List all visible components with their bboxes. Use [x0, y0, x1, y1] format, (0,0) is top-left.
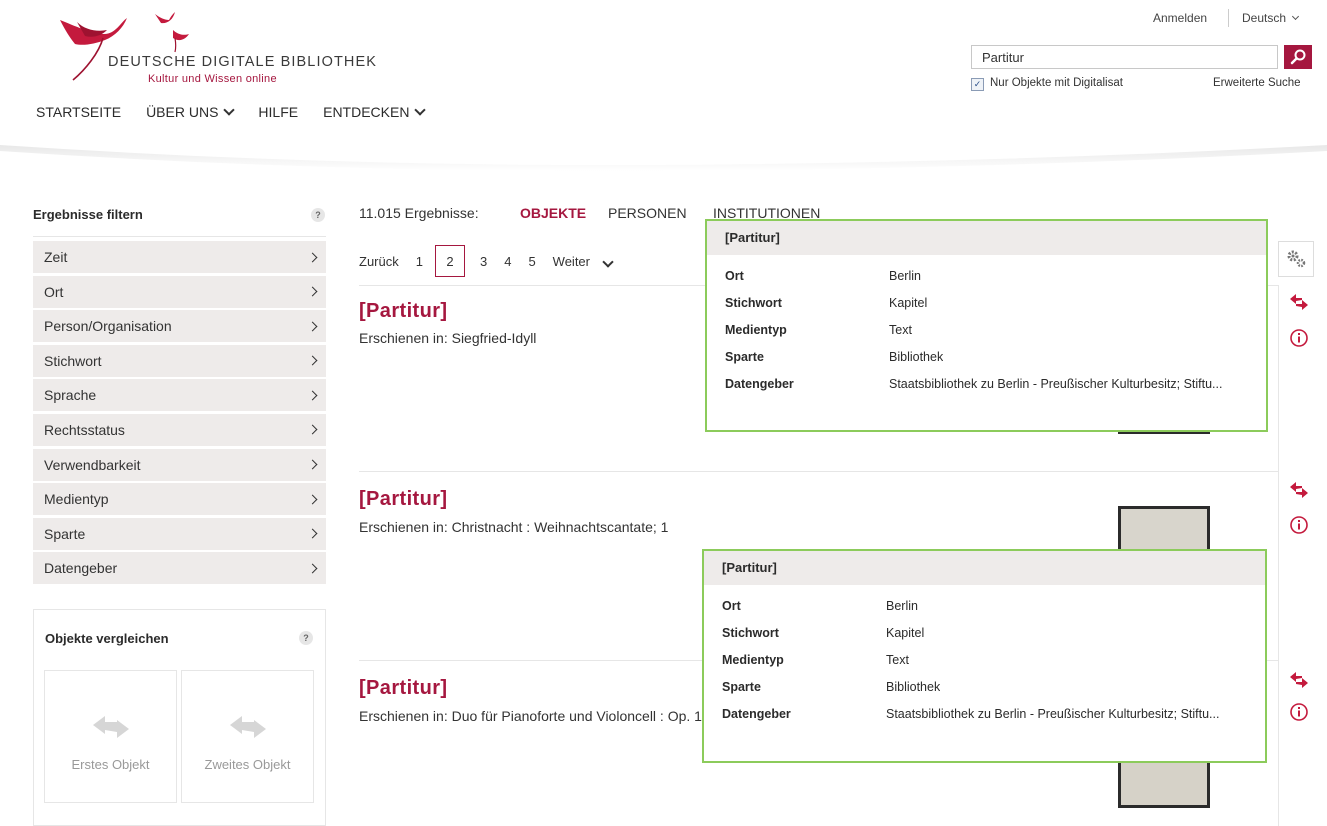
search-icon [1290, 49, 1306, 65]
tooltip-row: Ort Berlin [722, 598, 918, 613]
result-subtitle: Erschienen in: Siegfried-Idyll [359, 330, 537, 346]
filter-title: Ergebnisse filtern [33, 207, 143, 222]
filter-stichwort[interactable]: Stichwort [33, 344, 326, 377]
result-subtitle: Erschienen in: Christnacht : Weihnachtsc… [359, 519, 669, 535]
hover-tooltip: [Partitur] Ort Berlin Stichwort Kapitel Me… [702, 549, 1267, 763]
chevron-right-icon [307, 528, 318, 539]
chevron-right-icon [307, 355, 318, 366]
tooltip-row: Sparte Bibliothek [722, 679, 941, 694]
tooltip-row: Datengeber Staatsbibliothek zu Berlin - P… [725, 376, 1223, 391]
chevron-right-icon [307, 425, 318, 435]
gears-icon [1287, 250, 1306, 268]
nav-startseite[interactable]: STARTSEITE [36, 104, 121, 120]
result-count: 11.015 Ergebnisse: [359, 205, 479, 221]
chevron-right-icon [307, 252, 318, 262]
main-navigation: STARTSEITE ÜBER UNS HILFE ENTDECKEN [36, 104, 449, 120]
pager-back[interactable]: Zurück [359, 254, 399, 269]
pager-next[interactable]: Weiter [553, 254, 614, 269]
brand-name: DEUTSCHE DIGITALE BIBLIOTHEK [108, 54, 378, 70]
pager-page[interactable]: 5 [528, 254, 535, 269]
pager-page[interactable]: 1 [416, 254, 423, 269]
filter-verwendbarkeit[interactable]: Verwendbarkeit [33, 448, 326, 481]
swap-arrows-icon [229, 716, 266, 738]
advanced-search-link[interactable]: Erweiterte Suche [1213, 77, 1301, 89]
tooltip-row: Medientyp Text [722, 652, 909, 667]
header-separator [1228, 9, 1229, 27]
tooltip-row: Sparte Bibliothek [725, 349, 944, 364]
digitized-only-checkbox[interactable]: ✓ [971, 78, 984, 91]
pager-page[interactable]: 4 [504, 254, 511, 269]
chevron-right-icon [307, 321, 318, 332]
tooltip-row: Medientyp Text [725, 322, 912, 337]
pager-page[interactable]: 3 [480, 254, 487, 269]
chevron-down-icon [223, 104, 236, 116]
pager-current-page[interactable]: 2 [434, 245, 465, 277]
compare-first-label: Erstes Objekt [71, 757, 150, 772]
compare-arrows-icon[interactable] [1288, 292, 1310, 315]
compare-title: Objekte vergleichen [45, 631, 169, 646]
result-title[interactable]: [Partitur] [359, 677, 447, 700]
hover-tooltip: [Partitur] Ort Berlin Stichwort Kapitel Me… [705, 219, 1268, 432]
chevron-right-icon [307, 390, 318, 401]
filter-person-organisation[interactable]: Person/Organisation [33, 310, 326, 343]
filter-rechtsstatus[interactable]: Rechtsstatus [33, 413, 326, 446]
search-button[interactable] [1284, 45, 1312, 69]
pagination: Zurück 1 2 3 4 5 Weiter [359, 242, 629, 280]
tooltip-row: Datengeber Staatsbibliothek zu Berlin - P… [722, 706, 1220, 721]
filter-datengeber[interactable]: Datengeber [33, 552, 326, 585]
settings-button[interactable] [1278, 241, 1314, 277]
compare-arrows-icon[interactable] [1288, 480, 1310, 503]
search-input[interactable]: Partitur [971, 45, 1278, 69]
login-link[interactable]: Anmelden [1153, 11, 1207, 25]
tooltip-row: Stichwort Kapitel [722, 625, 925, 640]
divider [33, 236, 326, 237]
tooltip-title: [Partitur] [707, 221, 1266, 255]
divider [1278, 285, 1279, 826]
tab-objekte[interactable]: OBJEKTE [520, 205, 586, 221]
nav-ueber-uns[interactable]: ÜBER UNS [146, 104, 236, 120]
chevron-down-icon [414, 104, 427, 116]
swap-arrows-icon [92, 716, 129, 738]
result-title[interactable]: [Partitur] [359, 488, 447, 511]
nav-hilfe[interactable]: HILFE [258, 104, 298, 120]
filter-sparte[interactable]: Sparte [33, 517, 326, 550]
chevron-right-icon [307, 494, 318, 505]
tooltip-title: [Partitur] [704, 551, 1265, 585]
tooltip-row: Ort Berlin [725, 268, 921, 283]
chevron-right-icon [307, 459, 318, 470]
result-subtitle: Erschienen in: Duo für Pianoforte und Vi… [359, 708, 710, 724]
help-icon[interactable]: ? [311, 208, 325, 222]
filter-sprache[interactable]: Sprache [33, 379, 326, 412]
filter-zeit[interactable]: Zeit [33, 241, 326, 273]
nav-entdecken[interactable]: ENTDECKEN [323, 104, 427, 120]
filter-list: Zeit Ort Person/Organisation Stichwort S… [33, 241, 326, 587]
compare-slot-first[interactable]: Erstes Objekt [44, 670, 177, 803]
header-divider [0, 145, 1327, 172]
info-icon[interactable] [1288, 701, 1310, 726]
help-icon[interactable]: ? [299, 631, 313, 645]
tab-personen[interactable]: PERSONEN [608, 205, 687, 221]
filter-medientyp[interactable]: Medientyp [33, 483, 326, 516]
divider [359, 471, 1278, 472]
chevron-right-icon [307, 563, 318, 574]
language-selector[interactable]: Deutsch [1242, 11, 1300, 25]
compare-slot-second[interactable]: Zweites Objekt [181, 670, 314, 803]
chevron-down-icon [602, 255, 614, 268]
digitized-only-label: Nur Objekte mit Digitalisat [990, 77, 1123, 89]
result-thumbnail[interactable] [1118, 506, 1210, 552]
compare-arrows-icon[interactable] [1288, 670, 1310, 693]
filter-ort[interactable]: Ort [33, 275, 326, 308]
chevron-right-icon [307, 286, 318, 297]
chevron-down-icon [1291, 12, 1300, 21]
brand-tagline: Kultur und Wissen online [148, 73, 277, 85]
info-icon[interactable] [1288, 514, 1310, 539]
tooltip-row: Stichwort Kapitel [725, 295, 928, 310]
info-icon[interactable] [1288, 327, 1310, 352]
result-title[interactable]: [Partitur] [359, 300, 447, 323]
compare-second-label: Zweites Objekt [204, 757, 291, 772]
